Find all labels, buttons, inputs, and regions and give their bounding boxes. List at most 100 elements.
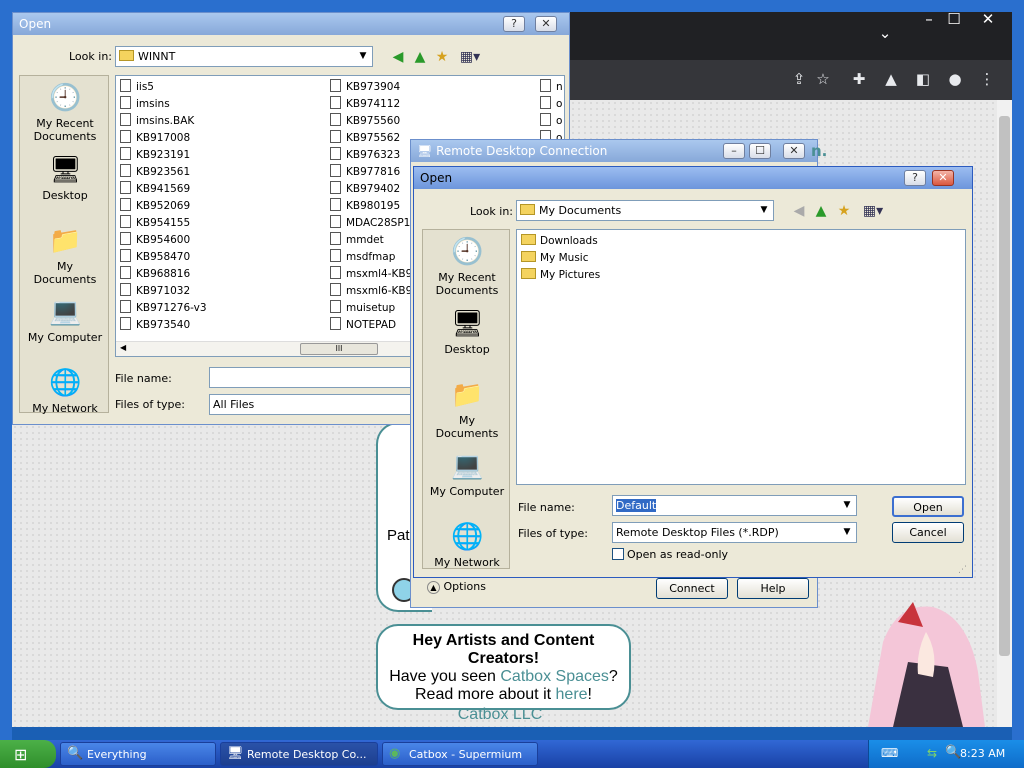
places-my-computer[interactable]: 💻 My Computer [24,296,106,344]
list-item[interactable]: KB968816 [120,266,190,282]
share-icon[interactable]: ⇪ [788,70,810,88]
list-item[interactable]: KB979402 [330,181,400,197]
list-item[interactable]: NOTEPAD [330,317,396,333]
start-button[interactable]: ⊞ [0,740,56,768]
list-item[interactable]: KB952069 [120,198,190,214]
list-item[interactable]: mmdet [330,232,384,248]
list-item[interactable]: muisetup [330,300,395,316]
list-item[interactable]: msxml4-KB97 [330,266,419,282]
places-desktop[interactable]: 🖥 Desktop [24,154,106,202]
list-item[interactable]: KB941569 [120,181,190,197]
list-item[interactable]: KB954155 [120,215,190,231]
up-folder-icon[interactable]: ▲ [411,49,429,65]
help-button[interactable]: Help [737,578,809,599]
up-folder-icon[interactable]: ▲ [812,203,830,219]
list-item[interactable]: KB973904 [330,79,400,95]
open-button[interactable]: Open [892,496,964,517]
list-item[interactable]: KB973540 [120,317,190,333]
list-item[interactable]: o [540,96,562,112]
options-toggle[interactable]: ▲ Options [427,580,486,594]
list-item[interactable]: imsins [120,96,170,112]
scroll-thumb[interactable]: lll [300,343,378,355]
maximize-button[interactable]: ☐ [749,143,771,159]
new-folder-icon[interactable]: ★ [835,203,853,219]
menu-icon[interactable]: ⋮ [976,70,998,88]
places-my-network[interactable]: 🌐 My Network [24,367,106,415]
views-menu-icon[interactable]: ▦▾ [457,49,483,65]
page-scrollbar[interactable] [997,100,1012,727]
list-item[interactable]: msdfmap [330,249,395,265]
cancel-button[interactable]: Cancel [892,522,964,543]
connect-button[interactable]: Connect [656,578,728,599]
taskbar-item-supermium[interactable]: ◉ Catbox - Supermium [382,742,538,766]
resize-grip-icon[interactable]: ⋰ [958,565,967,575]
page-scrollbar-thumb[interactable] [999,116,1010,656]
here-link[interactable]: here [556,686,588,703]
list-item[interactable]: KB975562 [330,130,400,146]
list-item[interactable]: KB976323 [330,147,400,163]
new-folder-icon[interactable]: ★ [433,49,451,65]
list-item[interactable]: o [540,113,562,129]
back-icon[interactable]: ◀ [389,49,407,65]
places-desktop[interactable]: 🖥 Desktop [426,308,508,356]
close-button[interactable]: ✕ [535,16,557,32]
network-icon[interactable]: ⇆ [927,746,937,760]
profile-icon[interactable]: ● [944,70,966,88]
taskbar-item-everything[interactable]: 🔍 Everything [60,742,216,766]
look-in-select[interactable]: WINNT ▼ [115,46,373,67]
list-item[interactable]: KB954600 [120,232,190,248]
list-item[interactable]: KB974112 [330,96,400,112]
list-item[interactable]: KB958470 [120,249,190,265]
list-item[interactable]: Downloads [521,233,598,249]
scroll-left-icon[interactable]: ◀ [120,343,126,352]
list-item[interactable]: KB923561 [120,164,190,180]
promo-line-1: Have you seen Catbox Spaces? [389,668,618,685]
sidepanel-icon[interactable]: ◧ [912,70,934,88]
places-my-documents[interactable]: 📁 My Documents [426,379,508,440]
close-button[interactable]: ✕ [973,12,1003,27]
list-item[interactable]: n [540,79,563,95]
list-item[interactable]: My Music [521,250,589,266]
views-menu-icon[interactable]: ▦▾ [860,203,886,219]
lab-icon[interactable]: ▲ [880,70,902,88]
list-item[interactable]: KB923191 [120,147,190,163]
list-item[interactable]: imsins.BAK [120,113,194,129]
places-my-network[interactable]: 🌐 My Network [426,521,508,569]
open-read-only-checkbox[interactable]: Open as read-only [612,548,728,561]
search-icon[interactable]: 🔍 [945,745,961,760]
places-recent-documents[interactable]: 🕘 My Recent Documents [426,236,508,297]
clock[interactable]: 8:23 AM [960,740,1020,768]
look-in-select[interactable]: My Documents ▼ [516,200,774,221]
list-item[interactable]: KB980195 [330,198,400,214]
list-item[interactable]: MDAC28SP1- [330,215,414,231]
files-of-type-label: Files of type: [115,398,186,411]
places-my-documents[interactable]: 📁 My Documents [24,225,106,286]
list-item[interactable]: iis5 [120,79,154,95]
star-icon[interactable]: ☆ [812,70,834,88]
taskbar-item-remote-desktop[interactable]: 🖥 Remote Desktop Co... [220,742,378,766]
list-item[interactable]: KB917008 [120,130,190,146]
list-item[interactable]: msxml6-KB97 [330,283,419,299]
help-button[interactable]: ? [503,16,525,32]
file-name-input[interactable] [209,367,415,388]
places-recent-documents[interactable]: 🕘 My Recent Documents [24,82,106,143]
maximize-button[interactable]: ☐ [939,12,969,27]
minimize-button[interactable]: – [723,143,745,159]
list-item[interactable]: My Pictures [521,267,600,283]
back-icon[interactable]: ◀ [790,203,808,219]
list-item[interactable]: KB975560 [330,113,400,129]
close-button[interactable]: ✕ [932,170,954,186]
files-of-type-select[interactable]: All Files [209,394,415,415]
list-item[interactable]: KB971032 [120,283,190,299]
help-button[interactable]: ? [904,170,926,186]
places-my-computer[interactable]: 💻 My Computer [426,450,508,498]
close-button[interactable]: ✕ [783,143,805,159]
files-of-type-select[interactable]: Remote Desktop Files (*.RDP) ▼ [612,522,857,543]
tab-search-chevron-icon[interactable]: ⌄ [870,26,900,41]
catbox-spaces-link[interactable]: Catbox Spaces [500,668,609,685]
file-name-input[interactable]: Default ▼ [612,495,857,516]
extensions-icon[interactable]: ✚ [848,70,870,88]
list-item[interactable]: KB971276-v3 [120,300,207,316]
keyboard-icon[interactable]: ⌨ [881,746,898,760]
list-item[interactable]: KB977816 [330,164,400,180]
